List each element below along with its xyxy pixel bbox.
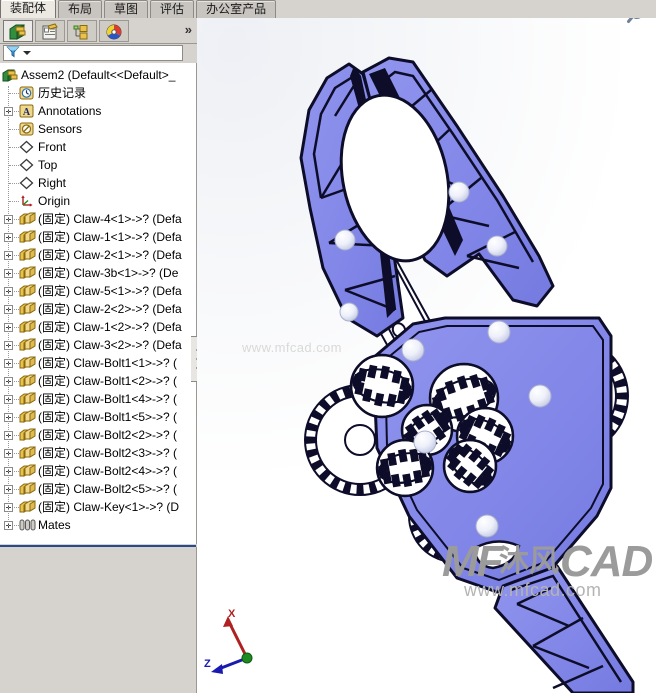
- tree-item-label: 历史记录: [38, 86, 87, 100]
- tree-filter-box[interactable]: [3, 45, 183, 61]
- manager-tab-row: »: [0, 18, 197, 44]
- command-tab-4[interactable]: 办公室产品: [196, 0, 277, 18]
- part-icon: [19, 338, 36, 352]
- part-icon: [19, 212, 36, 226]
- part-icon: [19, 284, 36, 298]
- watermark-cad: CAD: [560, 537, 653, 586]
- command-manager-tabstrip: 装配体 布局 草图 评估 办公室产品: [0, 0, 656, 18]
- part-icon: [19, 266, 36, 280]
- plane-icon: [19, 176, 34, 190]
- mates-icon: [19, 518, 36, 532]
- tree-connector: [9, 129, 19, 131]
- color-wheel-icon: [100, 23, 128, 41]
- solidworks-window: 装配体 布局 草图 评估 办公室产品 » Assem2 (Default<<De…: [0, 0, 656, 693]
- tree-box-icon: [4, 23, 32, 41]
- watermark-url: www.mfcad.com: [464, 580, 602, 600]
- tree-item-label: (固定) Claw-3b<1>->? (De: [38, 266, 179, 280]
- feature-manager-tab[interactable]: [3, 20, 33, 42]
- part-icon: [19, 482, 36, 496]
- tree-item-label: (固定) Claw-5<1>->? (Defa: [38, 284, 182, 298]
- tree-connector: [9, 201, 19, 203]
- command-tab-3[interactable]: 评估: [150, 0, 195, 18]
- tree-item-label: (固定) Claw-Bolt2<2>->? (: [38, 428, 178, 442]
- tree-empty-area: [0, 547, 197, 693]
- part-icon: [19, 230, 36, 244]
- part-icon: [19, 302, 36, 316]
- tree-item-label: (固定) Claw-Bolt1<1>->? (: [38, 356, 178, 370]
- tree-item-label: (固定) Claw-4<1>->? (Defa: [38, 212, 182, 226]
- property-manager-tab[interactable]: [35, 20, 65, 42]
- tree-item-label: (固定) Claw-Bolt2<4>->? (: [38, 464, 178, 478]
- tree-item-label: Top: [38, 158, 58, 172]
- assembly-icon: [2, 68, 18, 82]
- part-icon: [19, 374, 36, 388]
- part-icon: [19, 320, 36, 334]
- watermark-mf: MF: [442, 537, 504, 586]
- tree-item-label: Right: [38, 176, 67, 190]
- part-icon: [19, 392, 36, 406]
- svg-text:A: A: [23, 107, 31, 118]
- plane-icon: [19, 140, 34, 154]
- tree-connector: [9, 147, 19, 149]
- feature-manager-panel: » Assem2 (Default<<Default>_ 历史记录 A Annotat…: [0, 18, 197, 693]
- tree-item-label: (固定) Claw-3<2>->? (Defa: [38, 338, 182, 352]
- command-tab-0[interactable]: 装配体: [0, 0, 57, 18]
- part-icon: [19, 248, 36, 262]
- filter-dropdown-caret[interactable]: [23, 51, 31, 55]
- command-tab-2[interactable]: 草图: [104, 0, 149, 18]
- tree-connector: [9, 183, 19, 185]
- part-icon: [19, 446, 36, 460]
- watermark-cn: 沐风: [499, 545, 559, 578]
- filter-funnel-icon: [6, 45, 20, 61]
- graphics-viewport[interactable]: www.mfcad.com MF 沐风 CAD www.mfcad.com X …: [197, 18, 656, 693]
- command-tab-1[interactable]: 布局: [58, 0, 103, 18]
- watermark-main: MF 沐风 CAD www.mfcad.com: [442, 540, 656, 602]
- triad-x-label: X: [228, 608, 236, 620]
- tree-filter-row: [0, 44, 197, 64]
- tree-item-label: (固定) Claw-2<1>->? (Defa: [38, 248, 182, 262]
- tree-connector: [9, 93, 19, 95]
- tree-item-label: Annotations: [38, 104, 102, 118]
- tree-item-label: (固定) Claw-Bolt2<5>->? (: [38, 482, 178, 496]
- part-icon: [19, 428, 36, 442]
- tree-item-label: (固定) Claw-2<2>->? (Defa: [38, 302, 182, 316]
- clipboard-icon: [36, 23, 64, 41]
- part-icon: [19, 464, 36, 478]
- tree-item-label: (固定) Claw-Bolt1<5>->? (: [38, 410, 178, 424]
- coordinate-triad: X Z: [202, 600, 282, 685]
- history-icon: [19, 86, 34, 100]
- tree-item-label: (固定) Claw-Bolt2<3>->? (: [38, 446, 178, 460]
- display-manager-tab[interactable]: [99, 20, 129, 42]
- tree-root-label: Assem2 (Default<<Default>_: [21, 68, 176, 82]
- tree-item-label: (固定) Claw-Bolt1<4>->? (: [38, 392, 178, 406]
- manager-overflow-chevrons[interactable]: »: [185, 22, 192, 37]
- configuration-manager-tab[interactable]: [67, 20, 97, 42]
- tree-item-label: (固定) Claw-1<1>->? (Defa: [38, 230, 182, 244]
- tree-spine: [8, 86, 10, 526]
- tree-connector: [9, 165, 19, 167]
- tree-item-label: (固定) Claw-1<2>->? (Defa: [38, 320, 182, 334]
- feature-tree[interactable]: Assem2 (Default<<Default>_ 历史记录 A Annotatio…: [0, 63, 197, 544]
- part-icon: [19, 410, 36, 424]
- part-icon: [19, 356, 36, 370]
- tree-item-label: Mates: [38, 518, 71, 532]
- configuration-icon: [68, 23, 96, 41]
- tree-item-label: Origin: [38, 194, 71, 208]
- annotations-icon: A: [19, 104, 34, 118]
- triad-z-label: Z: [204, 658, 211, 670]
- tree-item-label: (固定) Claw-Bolt1<2>->? (: [38, 374, 178, 388]
- watermark-small: www.mfcad.com: [242, 340, 342, 355]
- plane-icon: [19, 158, 34, 172]
- tree-item-label: Sensors: [38, 122, 83, 136]
- tree-item-label: Front: [38, 140, 67, 154]
- sensors-icon: [19, 122, 34, 136]
- tree-item-label: (固定) Claw-Key<1>->? (D: [38, 500, 180, 514]
- origin-icon: [19, 194, 34, 208]
- part-icon: [19, 500, 36, 514]
